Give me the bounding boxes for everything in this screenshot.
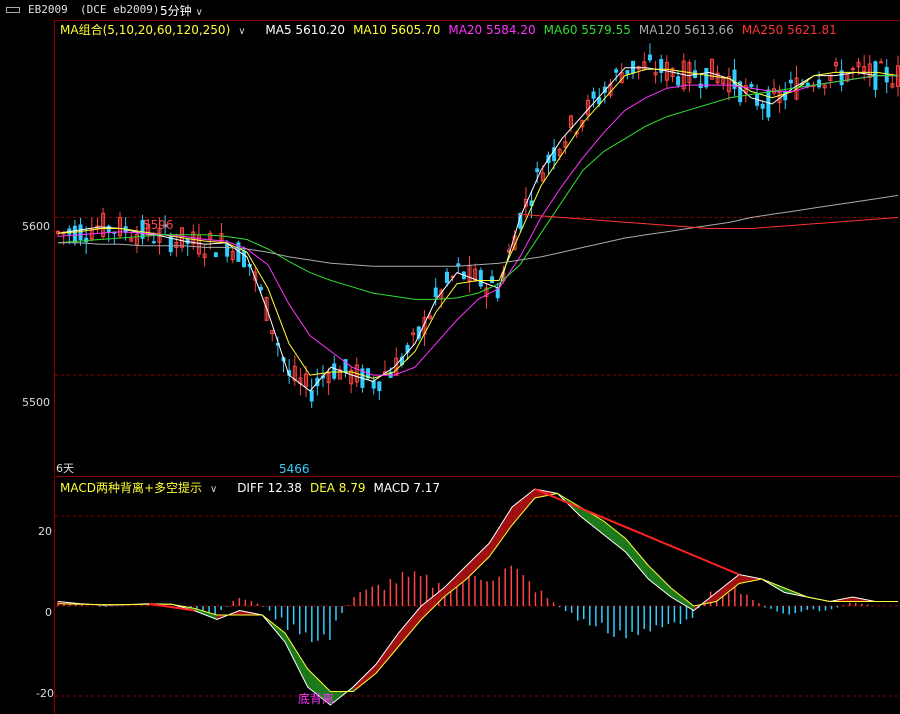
macd-legend-title-text: MACD两种背离+多空提示 [60, 481, 203, 495]
candle-body [850, 68, 855, 71]
candle-body [788, 79, 793, 84]
candle-body [817, 79, 822, 88]
candle-body [495, 288, 500, 299]
macd-legend-items: DIFF 12.38 DEA 8.79 MACD 7.17 [237, 481, 448, 495]
macd-legend-item: DEA 8.79 [309, 481, 366, 495]
ma-line-ma60 [57, 75, 898, 300]
ma-legend-item: MA120 5613.66 [638, 23, 734, 37]
ma-legend-item: MA60 5579.55 [543, 23, 631, 37]
candle-body [258, 286, 263, 291]
macd-band [739, 574, 762, 584]
candle-body [704, 67, 709, 88]
macd-legend-title[interactable]: MACD两种背离+多空提示 ∨ [60, 481, 225, 495]
ma-legend-title-text: MA组合(5,10,20,60,120,250) [60, 23, 231, 37]
candle-body [879, 61, 884, 64]
candle-body [72, 225, 77, 244]
macd-band [512, 489, 535, 525]
candle-body [213, 252, 218, 258]
macd-legend-item: MACD 7.17 [373, 481, 441, 495]
ma-legend-item: MA20 5584.20 [448, 23, 536, 37]
macd-line-dea [57, 492, 898, 692]
divergence-annotation: 底背离 [298, 692, 335, 706]
macd-band [625, 538, 649, 579]
candle-body [478, 270, 483, 287]
macd-band [716, 574, 740, 602]
candle-body [332, 363, 337, 379]
macd-band [489, 507, 513, 557]
chevron-down-icon: ∨ [238, 26, 246, 37]
macd-band [580, 507, 603, 534]
macd-band [398, 606, 422, 647]
candle-body [225, 243, 230, 257]
macd-band [375, 633, 399, 674]
ma-legend-item: MA10 5605.70 [353, 23, 441, 37]
candle-body [614, 69, 619, 73]
candle-body [647, 54, 652, 61]
candle-body [760, 103, 765, 109]
ma-line-ma250 [519, 213, 899, 229]
macd-legend: MACD两种背离+多空提示 ∨ DIFF 12.38 DEA 8.79 MACD 7.… [60, 479, 456, 495]
ma-legend-item: MA250 5621.81 [741, 23, 837, 37]
macd-band [466, 543, 490, 579]
chevron-down-icon: ∨ [210, 484, 218, 495]
candle-body [631, 60, 636, 74]
candle-body [309, 390, 314, 402]
ma-legend-items: MA5 5610.20 MA10 5605.70 MA20 5584.20 MA60 … [265, 23, 844, 37]
candle-body [377, 381, 382, 392]
candle-body [78, 224, 83, 241]
ma-line-ma10 [57, 68, 899, 379]
candle-body [591, 91, 596, 99]
low-annotation: 5466 [279, 462, 310, 476]
high-annotation: 5596 [143, 218, 174, 232]
candle-body [151, 241, 156, 244]
ma-legend-item: MA5 5610.20 [265, 23, 346, 37]
candle-body [371, 380, 376, 389]
candle-body [490, 276, 495, 284]
macd-line-diff [57, 488, 898, 706]
candle-body [433, 287, 438, 298]
macd-legend-item: DIFF 12.38 [237, 481, 302, 495]
candle-body [676, 76, 681, 86]
candle-body [444, 271, 449, 283]
candle-body [535, 168, 540, 173]
days-annotation: 6天 [56, 462, 74, 475]
ma-line-ma20 [57, 75, 898, 376]
chart-canvas [55, 43, 900, 706]
ma-legend: MA组合(5,10,20,60,120,250) ∨ MA5 5610.20 MA1… [60, 21, 853, 37]
candle-body [839, 70, 844, 86]
candle-body [884, 66, 889, 83]
candle-body [749, 84, 754, 88]
macd-band [285, 633, 308, 687]
panel-separator [55, 476, 900, 477]
ma-legend-title[interactable]: MA组合(5,10,20,60,120,250) ∨ [60, 23, 254, 37]
candle-body [625, 70, 630, 75]
